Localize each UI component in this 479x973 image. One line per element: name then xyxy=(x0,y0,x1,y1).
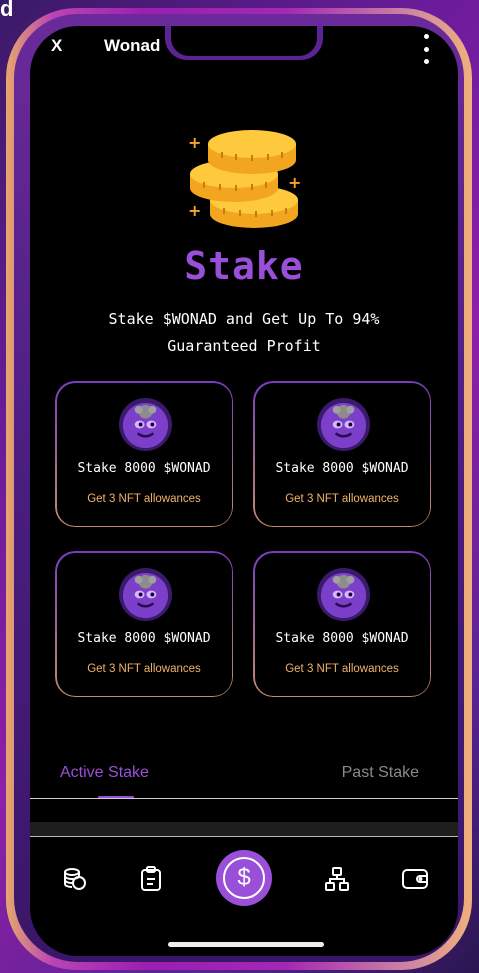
token-avatar-icon xyxy=(316,567,371,622)
stake-card[interactable]: Stake 8000 $WONAD Get 3 NFT allowances xyxy=(252,380,432,528)
nav-coins[interactable] xyxy=(60,864,90,894)
app-screen: X Wonad + + + Stake Stake $WONAD and Get… xyxy=(30,26,458,956)
close-button[interactable]: X xyxy=(51,36,62,56)
bottom-nav: $ xyxy=(30,838,458,918)
nav-stake[interactable]: $ xyxy=(216,850,272,906)
svg-text:+: + xyxy=(188,201,201,220)
stake-card[interactable]: Stake 8000 $WONAD Get 3 NFT allowances xyxy=(54,380,234,528)
nav-tasks[interactable] xyxy=(136,864,166,894)
token-avatar-icon xyxy=(118,567,173,622)
page-subtitle: Stake $WONAD and Get Up To 94% Guarantee… xyxy=(108,310,380,355)
token-avatar-icon xyxy=(316,397,371,452)
wallet-icon xyxy=(402,869,428,889)
dollar-icon: $ xyxy=(223,857,265,899)
token-avatar-icon xyxy=(118,397,173,452)
stake-list-area[interactable] xyxy=(30,822,458,836)
tab-active-stake[interactable]: Active Stake xyxy=(60,764,149,782)
notch xyxy=(165,26,323,60)
nav-divider xyxy=(30,836,458,837)
stake-card-note: Get 3 NFT allowances xyxy=(87,663,201,675)
nav-network[interactable] xyxy=(322,864,352,894)
tab-divider xyxy=(30,798,458,799)
clipboard-icon xyxy=(141,866,161,891)
coins-icon xyxy=(64,868,86,890)
stake-tabs: Active Stake Past Stake xyxy=(30,762,458,802)
svg-text:+: + xyxy=(288,173,301,192)
stake-card-label: Stake 8000 $WONAD xyxy=(77,631,211,646)
home-indicator xyxy=(168,942,324,947)
stake-card-note: Get 3 NFT allowances xyxy=(285,663,399,675)
coins-stack-icon: + + + xyxy=(188,130,301,228)
stake-card-label: Stake 8000 $WONAD xyxy=(77,461,211,476)
app-title: Wonad xyxy=(104,36,161,55)
more-menu-icon[interactable] xyxy=(422,34,430,64)
page-title: Stake xyxy=(184,244,304,288)
sitemap-icon xyxy=(325,867,349,891)
corner-label: d xyxy=(0,0,14,21)
stake-card-note: Get 3 NFT allowances xyxy=(87,493,201,505)
stake-card-note: Get 3 NFT allowances xyxy=(285,493,399,505)
stake-card-label: Stake 8000 $WONAD xyxy=(275,461,409,476)
svg-text:+: + xyxy=(188,133,201,152)
stake-card-label: Stake 8000 $WONAD xyxy=(275,631,409,646)
stake-card[interactable]: Stake 8000 $WONAD Get 3 NFT allowances xyxy=(252,550,432,698)
tab-past-stake[interactable]: Past Stake xyxy=(342,764,419,782)
stake-card[interactable]: Stake 8000 $WONAD Get 3 NFT allowances xyxy=(54,550,234,698)
nav-wallet[interactable] xyxy=(400,864,430,894)
